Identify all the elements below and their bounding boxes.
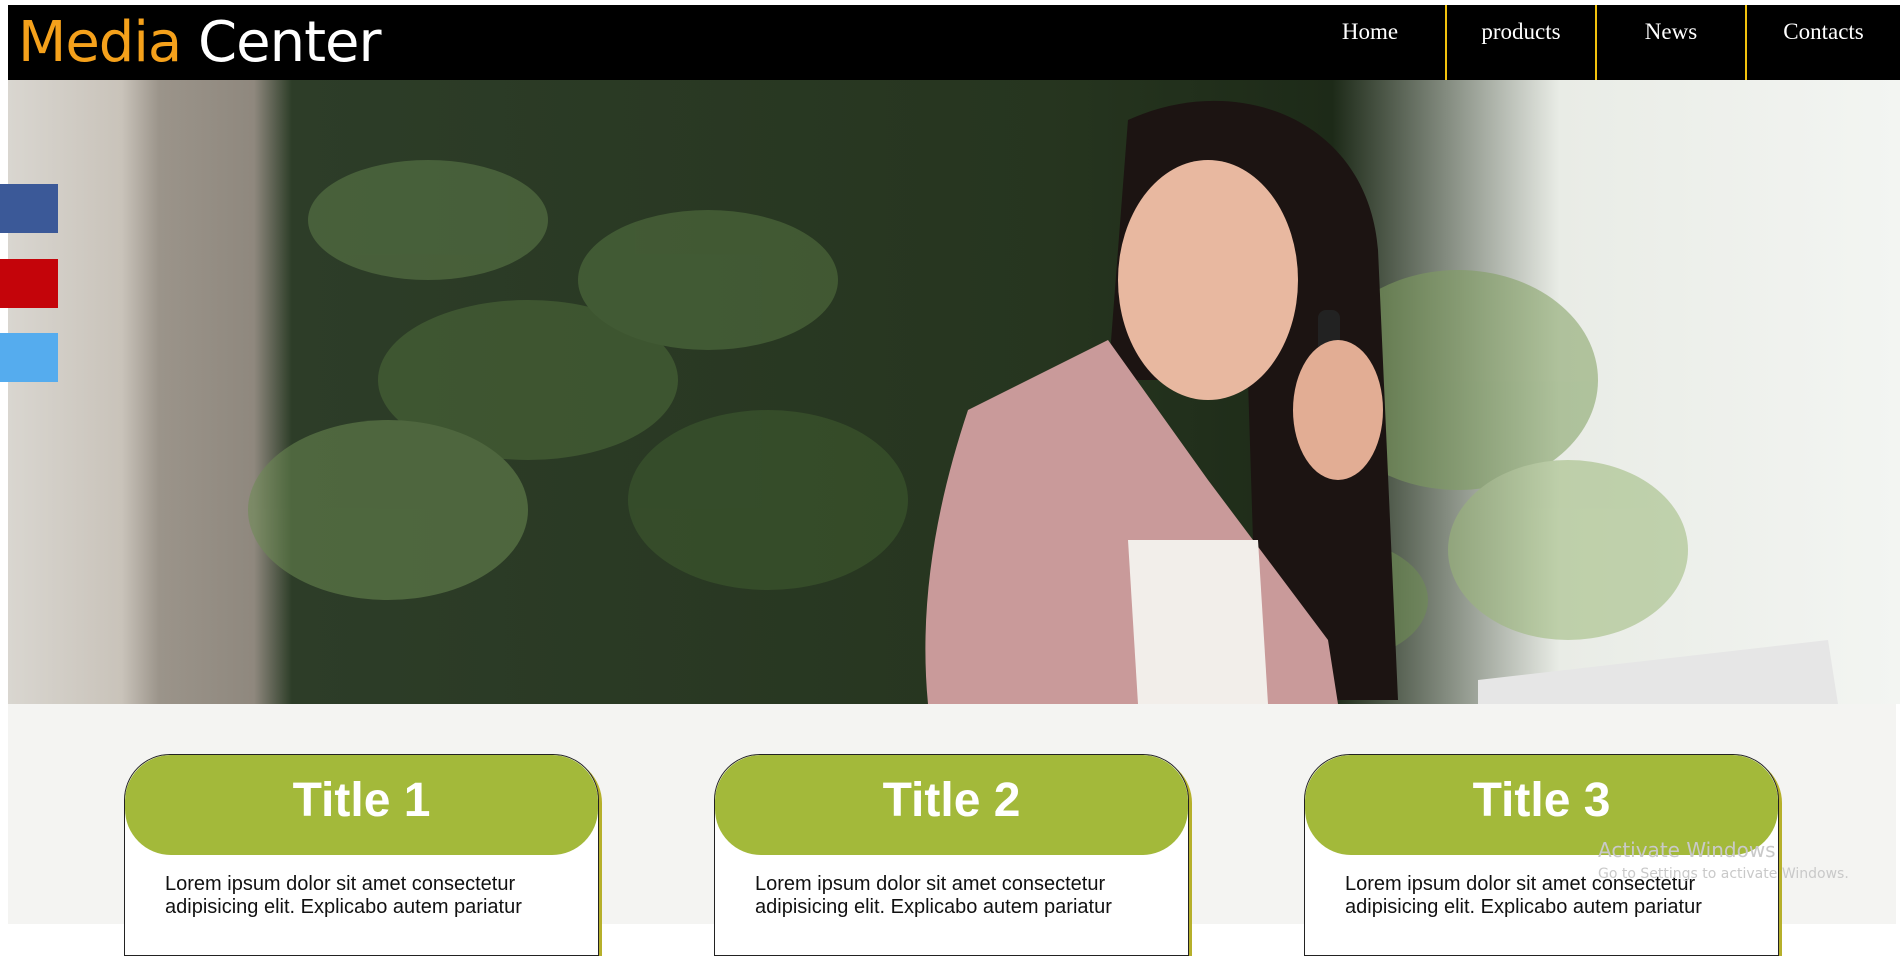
card-title: Title 2 <box>715 755 1188 855</box>
card-title: Title 1 <box>125 755 598 855</box>
cards-section: Title 1 Lorem ipsum dolor sit amet conse… <box>8 704 1896 956</box>
main-nav: Home products News Contacts <box>1295 5 1900 80</box>
nav-contacts[interactable]: Contacts <box>1745 5 1900 80</box>
watermark-subtitle: Go to Settings to activate Windows. <box>1598 866 1849 882</box>
logo[interactable]: Media Center <box>18 10 382 75</box>
logo-media-text: Media <box>18 10 182 75</box>
card-text: Lorem ipsum dolor sit amet consectetur a… <box>755 873 1112 918</box>
card-1: Title 1 Lorem ipsum dolor sit amet conse… <box>124 754 599 956</box>
hero-image <box>8 80 1900 704</box>
watermark-title: Activate Windows <box>1598 838 1776 862</box>
card-2: Title 2 Lorem ipsum dolor sit amet conse… <box>714 754 1189 956</box>
facebook-icon[interactable] <box>0 184 58 233</box>
hero-photo-woman-on-phone <box>248 100 1838 704</box>
logo-center-text: Center <box>198 10 381 75</box>
card-text: Lorem ipsum dolor sit amet consectetur a… <box>165 873 522 918</box>
windows-activation-watermark: Activate Windows Go to Settings to activ… <box>1598 838 1849 882</box>
nav-products[interactable]: products <box>1445 5 1595 80</box>
nav-news[interactable]: News <box>1595 5 1745 80</box>
youtube-icon[interactable] <box>0 259 58 308</box>
twitter-icon[interactable] <box>0 333 58 382</box>
site-header: Media Center Home products News Contacts <box>8 5 1900 80</box>
nav-home[interactable]: Home <box>1295 5 1445 80</box>
